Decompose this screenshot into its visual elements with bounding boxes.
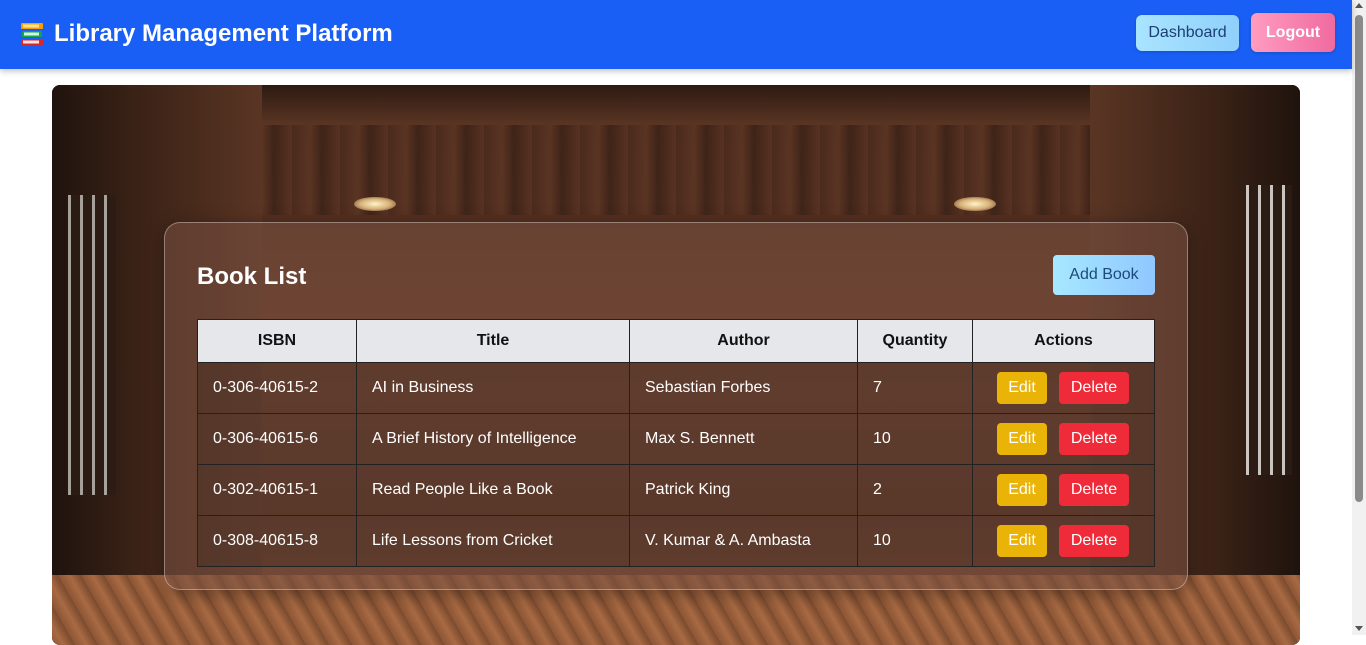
cell-isbn: 0-302-40615-1: [197, 464, 357, 516]
cell-isbn: 0-306-40615-2: [197, 362, 357, 414]
table-row: 0-306-40615-2 AI in Business Sebastian F…: [197, 362, 1155, 414]
scroll-down-arrow-icon[interactable]: [1355, 626, 1363, 631]
right-window: [1246, 185, 1292, 475]
cell-actions: Edit Delete: [972, 362, 1155, 414]
brand: Library Management Platform: [19, 20, 393, 48]
table-row: 0-308-40615-8 Life Lessons from Cricket …: [197, 515, 1155, 567]
logout-button[interactable]: Logout: [1251, 13, 1335, 52]
edit-button[interactable]: Edit: [997, 423, 1047, 455]
column-header-isbn: ISBN: [197, 319, 357, 363]
cell-actions: Edit Delete: [972, 413, 1155, 465]
cell-title: Life Lessons from Cricket: [356, 515, 630, 567]
scroll-up-arrow-icon[interactable]: [1355, 3, 1363, 8]
left-window: [68, 195, 116, 495]
scroll-thumb[interactable]: [1355, 15, 1363, 502]
library-background-image: Book List Add Book ISBN Title Author Qua…: [52, 85, 1300, 645]
book-list-title: Book List: [197, 263, 307, 290]
cell-quantity: 10: [857, 515, 973, 567]
add-book-button[interactable]: Add Book: [1053, 255, 1155, 295]
cell-quantity: 2: [857, 464, 973, 516]
delete-button[interactable]: Delete: [1059, 474, 1129, 506]
cell-isbn: 0-308-40615-8: [197, 515, 357, 567]
edit-button[interactable]: Edit: [997, 525, 1047, 557]
delete-button[interactable]: Delete: [1059, 525, 1129, 557]
page-scrollbar[interactable]: [1352, 0, 1366, 635]
table-row: 0-306-40615-6 A Brief History of Intelli…: [197, 413, 1155, 465]
dashboard-button[interactable]: Dashboard: [1136, 15, 1239, 51]
cell-author: Max S. Bennett: [629, 413, 858, 465]
delete-button[interactable]: Delete: [1059, 372, 1129, 404]
column-header-actions: Actions: [972, 319, 1155, 363]
cell-isbn: 0-306-40615-6: [197, 413, 357, 465]
ceiling-beam: [162, 85, 1192, 125]
edit-button[interactable]: Edit: [997, 372, 1047, 404]
book-table: ISBN Title Author Quantity Actions 0-306…: [197, 319, 1155, 567]
column-header-title: Title: [356, 319, 630, 363]
app-title: Library Management Platform: [54, 20, 393, 47]
navbar: Library Management Platform Dashboard Lo…: [0, 0, 1352, 69]
cell-quantity: 10: [857, 413, 973, 465]
cell-author: Sebastian Forbes: [629, 362, 858, 414]
cell-title: AI in Business: [356, 362, 630, 414]
ceiling-lamp: [954, 197, 996, 211]
cell-actions: Edit Delete: [972, 464, 1155, 516]
cell-actions: Edit Delete: [972, 515, 1155, 567]
cell-title: Read People Like a Book: [356, 464, 630, 516]
table-header-row: ISBN Title Author Quantity Actions: [197, 319, 1155, 363]
column-header-author: Author: [629, 319, 858, 363]
cell-title: A Brief History of Intelligence: [356, 413, 630, 465]
cell-quantity: 7: [857, 362, 973, 414]
column-header-quantity: Quantity: [857, 319, 973, 363]
book-list-card: Book List Add Book ISBN Title Author Qua…: [164, 222, 1188, 590]
books-icon: [21, 23, 43, 45]
delete-button[interactable]: Delete: [1059, 423, 1129, 455]
ceiling-lamp: [354, 197, 396, 211]
table-row: 0-302-40615-1 Read People Like a Book Pa…: [197, 464, 1155, 516]
cell-author: Patrick King: [629, 464, 858, 516]
cell-author: V. Kumar & A. Ambasta: [629, 515, 858, 567]
edit-button[interactable]: Edit: [997, 474, 1047, 506]
